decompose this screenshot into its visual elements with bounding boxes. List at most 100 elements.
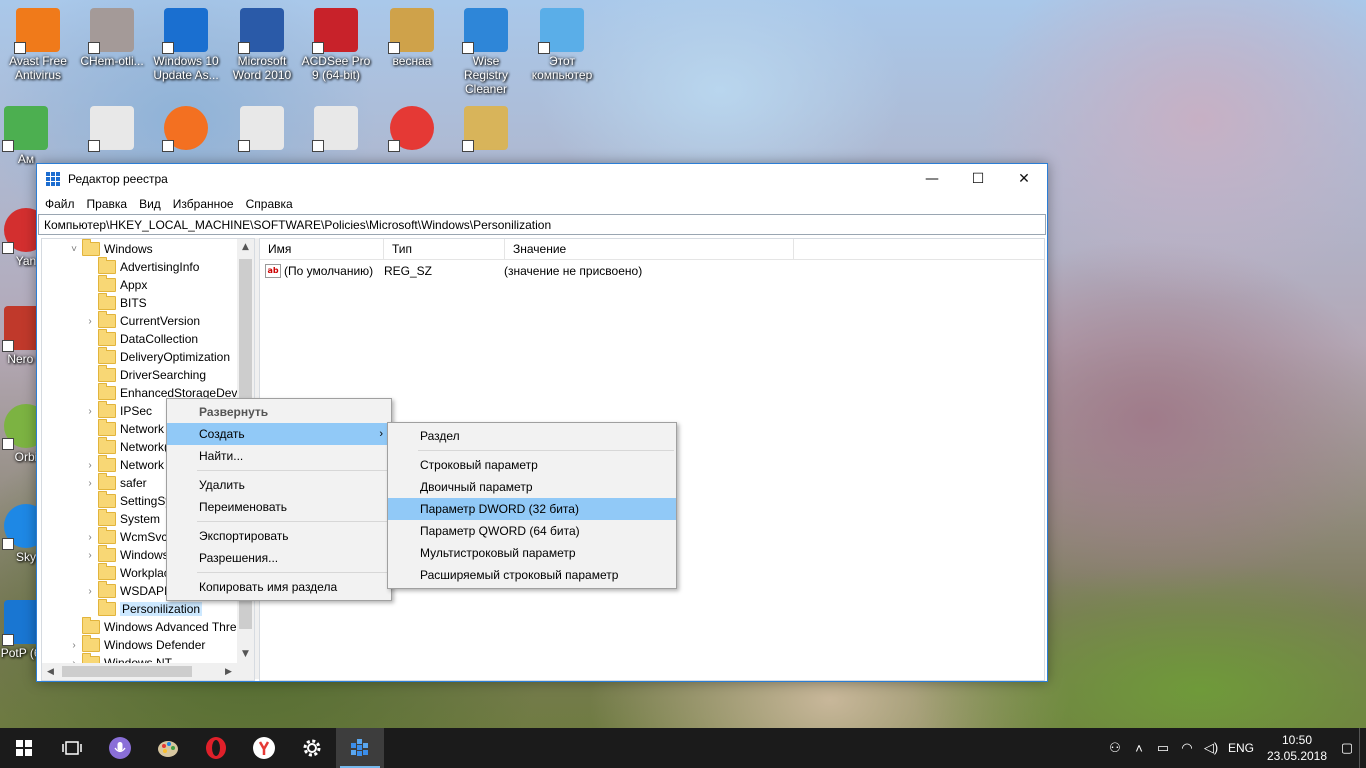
show-desktop-button[interactable] (1359, 728, 1366, 768)
close-button[interactable]: ✕ (1001, 164, 1047, 194)
expand-chevron-icon[interactable]: › (84, 532, 96, 543)
camera-icon (312, 8, 358, 54)
expand-chevron-icon[interactable]: ˅ (68, 244, 80, 255)
desktop-icon-left-1[interactable]: Ам (0, 100, 62, 166)
menu-favorites[interactable]: Избранное (167, 197, 240, 211)
folder-icon (98, 473, 116, 490)
expand-chevron-icon[interactable]: › (84, 460, 96, 471)
tree-node[interactable]: Windows Advanced Thre (42, 617, 254, 636)
taskbar-paint[interactable] (144, 728, 192, 768)
desktop-icon-wise-registry[interactable]: Wise Registry Cleaner (450, 2, 522, 96)
menu-item-delete[interactable]: Удалить (167, 474, 391, 496)
menu-edit[interactable]: Правка (81, 197, 134, 211)
tree-node[interactable]: AdvertisingInfo (42, 257, 254, 276)
yandex-browser-icon (253, 737, 275, 759)
menu-item-rename[interactable]: Переименовать (167, 496, 391, 518)
desktop-icon-folder[interactable]: веснаа (376, 2, 448, 68)
tree-node[interactable]: DataCollection (42, 329, 254, 348)
tree-node-label: Windows Defender (104, 638, 206, 652)
wifi-icon[interactable]: ◠ (1175, 740, 1199, 756)
expand-chevron-icon[interactable]: › (84, 586, 96, 597)
column-header-type[interactable]: Тип (384, 239, 505, 259)
notifications-icon[interactable]: ▢ (1335, 740, 1359, 756)
battery-icon[interactable]: ▭ (1151, 740, 1175, 756)
start-button[interactable] (0, 728, 48, 768)
minimize-button[interactable]: — (909, 164, 955, 194)
people-icon[interactable]: ⚇ (1103, 740, 1127, 756)
tree-node[interactable]: › Windows Defender (42, 635, 254, 654)
list-item[interactable]: ab (По умолчанию) REG_SZ (значение не пр… (260, 260, 1044, 282)
desktop-icon-avast[interactable]: Avast Free Antivirus (2, 2, 74, 82)
column-header-name[interactable]: Имя (260, 239, 384, 259)
desktop-icon-row2-4[interactable] (300, 100, 372, 152)
desktop-icon-windows-update[interactable]: Windows 10 Update As... (150, 2, 222, 82)
desktop-icon-acdsee[interactable]: ACDSee Pro 9 (64-bit) (300, 2, 372, 82)
volume-icon[interactable]: ◁) (1199, 740, 1223, 756)
tree-node-label: WSDAPI (120, 584, 168, 598)
menu-item-export[interactable]: Экспортировать (167, 525, 391, 547)
string-value-icon: ab (265, 264, 281, 278)
menu-item-find[interactable]: Найти... (167, 445, 391, 467)
taskbar-settings[interactable] (288, 728, 336, 768)
language-indicator[interactable]: ENG (1223, 741, 1259, 755)
task-view-button[interactable] (48, 728, 96, 768)
submenu-item-qword[interactable]: Параметр QWORD (64 бита) (388, 520, 676, 542)
folder-icon (82, 239, 100, 256)
tree-node[interactable]: Appx (42, 275, 254, 294)
submenu-item-expandable-string[interactable]: Расширяемый строковый параметр (388, 564, 676, 586)
desktop-icon-row2-6[interactable] (450, 100, 522, 152)
submenu-item-binary[interactable]: Двоичный параметр (388, 476, 676, 498)
submenu-item-key[interactable]: Раздел (388, 425, 676, 447)
tree-node[interactable]: ˅ Windows (42, 239, 254, 258)
menu-item-expand[interactable]: Развернуть (167, 401, 391, 423)
scroll-right-icon[interactable]: ▶ (220, 667, 237, 677)
folder-icon (82, 617, 100, 634)
tree-node[interactable]: › CurrentVersion (42, 311, 254, 330)
desktop-icon-file[interactable]: CHem-otli... (76, 2, 148, 68)
taskbar-regedit[interactable] (336, 728, 384, 768)
menu-separator (197, 470, 389, 471)
desktop-icon-this-pc[interactable]: Этот компьютер (526, 2, 598, 82)
tree-node[interactable]: BITS (42, 293, 254, 312)
menu-item-create[interactable]: Создать › (167, 423, 391, 445)
folder-icon (98, 275, 116, 292)
desktop-icon-word[interactable]: Microsoft Word 2010 (226, 2, 298, 82)
folder-icon (98, 491, 116, 508)
menu-item-permissions[interactable]: Разрешения... (167, 547, 391, 569)
desktop-icon-ccleaner[interactable] (376, 100, 448, 152)
scroll-up-icon[interactable]: ▲ (237, 239, 254, 256)
column-header-value[interactable]: Значение (505, 239, 794, 259)
title-bar[interactable]: Редактор реестра — ☐ ✕ (37, 164, 1047, 194)
expand-chevron-icon[interactable]: › (84, 316, 96, 327)
expand-chevron-icon[interactable]: › (84, 478, 96, 489)
maximize-button[interactable]: ☐ (955, 164, 1001, 194)
expand-chevron-icon[interactable]: › (84, 406, 96, 417)
menu-item-copy-key-name[interactable]: Копировать имя раздела (167, 576, 391, 598)
tree-horizontal-scrollbar[interactable]: ◀ ▶ (42, 663, 254, 680)
menu-view[interactable]: Вид (133, 197, 167, 211)
expand-chevron-icon[interactable]: › (84, 550, 96, 561)
desktop-icon-firefox[interactable] (150, 100, 222, 152)
address-bar[interactable]: Компьютер\HKEY_LOCAL_MACHINE\SOFTWARE\Po… (38, 214, 1046, 235)
taskbar-opera[interactable] (192, 728, 240, 768)
submenu-item-dword[interactable]: Параметр DWORD (32 бита) (388, 498, 676, 520)
clock[interactable]: 10:50 23.05.2018 (1259, 732, 1335, 764)
menu-file[interactable]: Файл (39, 197, 81, 211)
chevron-up-icon[interactable]: ˄ (1127, 741, 1151, 756)
tree-node[interactable]: DriverSearching (42, 365, 254, 384)
scroll-thumb[interactable] (62, 666, 192, 677)
desktop-icon-row2-1[interactable] (76, 100, 148, 152)
tree-node[interactable]: DeliveryOptimization (42, 347, 254, 366)
scroll-down-icon[interactable]: ▼ (237, 646, 254, 663)
folder-icon (98, 509, 116, 526)
taskbar-yandex[interactable] (240, 728, 288, 768)
menu-help[interactable]: Справка (240, 197, 299, 211)
microphone-icon (109, 737, 131, 759)
desktop-icon-row2-3[interactable] (226, 100, 298, 152)
submenu-item-string[interactable]: Строковый параметр (388, 454, 676, 476)
cortana-button[interactable] (96, 728, 144, 768)
tree-node[interactable]: Personilization (42, 599, 254, 618)
submenu-item-multi-string[interactable]: Мультистроковый параметр (388, 542, 676, 564)
expand-chevron-icon[interactable]: › (68, 640, 80, 651)
scroll-left-icon[interactable]: ◀ (42, 667, 59, 677)
